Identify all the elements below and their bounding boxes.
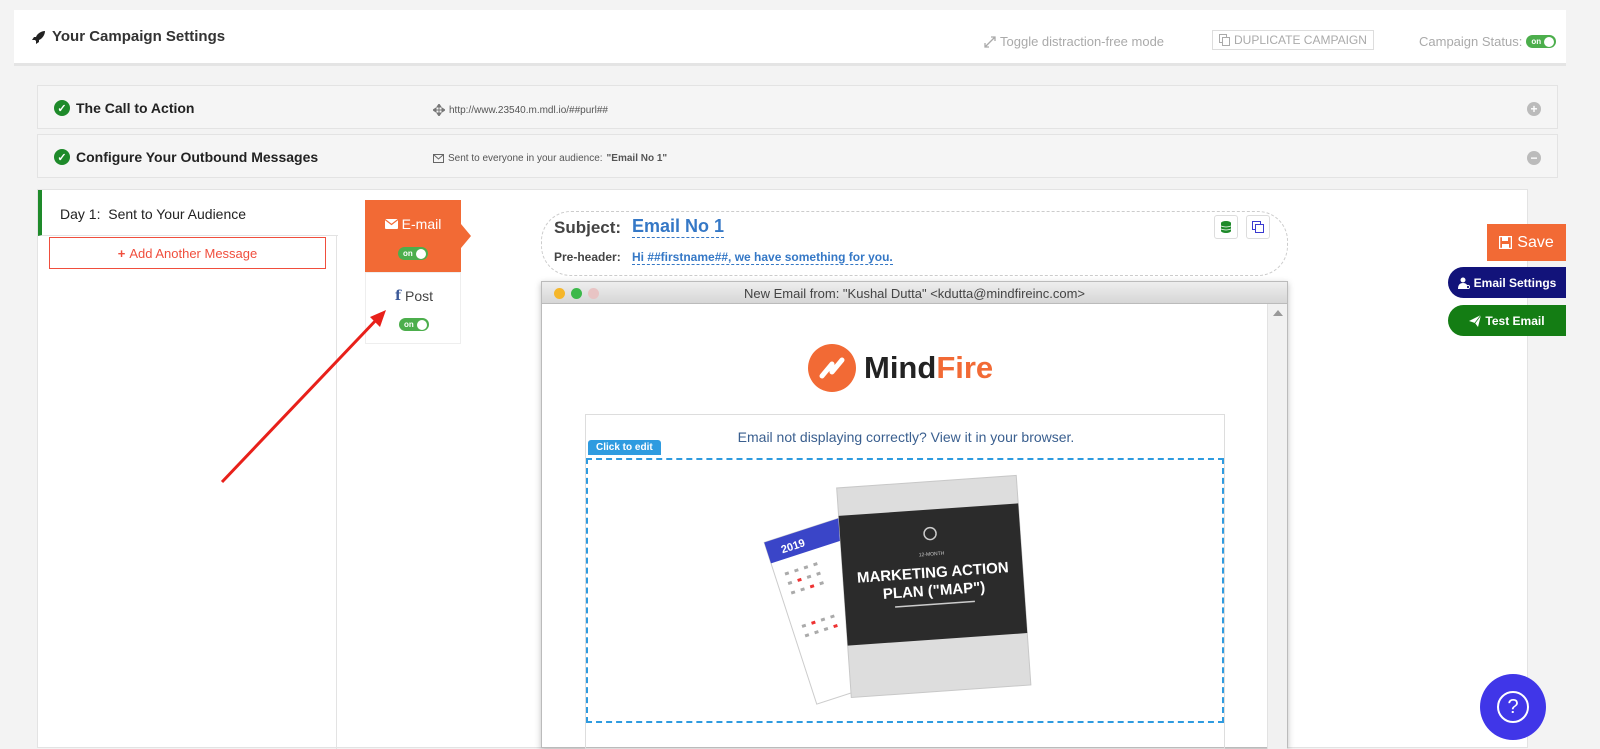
test-email-button[interactable]: Test Email (1448, 305, 1566, 336)
day-label: Day 1: (60, 206, 101, 222)
day-1-item[interactable]: Day 1: Sent to Your Audience (38, 190, 338, 236)
help-button[interactable]: ? (1480, 674, 1546, 740)
channel-post-label: Post (405, 288, 434, 304)
campaign-status-label: Campaign Status: (1419, 34, 1523, 49)
distraction-free-label: Toggle distraction-free mode (1000, 34, 1165, 49)
distraction-free-toggle[interactable]: Toggle distraction-free mode (984, 34, 1164, 49)
channel-email-label: E-mail (401, 216, 442, 232)
annotation-arrow (220, 310, 386, 484)
preview-window-title: New Email from: "Kushal Dutta" <kdutta@m… (743, 286, 1086, 301)
check-circle-icon: ✓ (54, 149, 70, 165)
preheader-input[interactable]: Hi ##firstname##, we have something for … (632, 250, 893, 265)
section-title: ✓ The Call to Action (54, 100, 194, 116)
copy-icon (1219, 34, 1230, 46)
logo-text-mind: Mind (864, 350, 937, 385)
copy-icon (1252, 221, 1264, 233)
email-settings-label: Email Settings (1473, 275, 1557, 290)
page-title-text: Your Campaign Settings (52, 28, 226, 45)
plus-icon: + (117, 245, 126, 261)
save-button[interactable]: Save (1487, 224, 1566, 261)
move-icon (433, 104, 445, 116)
envelope-icon (384, 219, 398, 229)
user-cog-icon (1457, 277, 1470, 289)
envelope-icon (433, 154, 444, 163)
subject-input[interactable]: Email No 1 (632, 216, 725, 238)
day-text: Sent to Your Audience (108, 206, 247, 222)
section-info: Sent to everyone in your audience: "Emai… (433, 153, 667, 164)
check-circle-icon: ✓ (54, 100, 70, 116)
paper-plane-icon (1469, 314, 1482, 327)
campaign-settings-header: Your Campaign Settings Toggle distractio… (14, 10, 1566, 66)
copy-subject-button[interactable] (1246, 215, 1270, 239)
campaign-status-toggle[interactable]: on (1526, 35, 1557, 48)
expand-icon (984, 35, 996, 48)
duplicate-campaign-label: DUPLICATE CAMPAIGN (1234, 33, 1367, 47)
save-label: Save (1517, 233, 1554, 251)
rocket-icon (32, 30, 45, 44)
subject-label: Subject: (554, 218, 622, 237)
database-icon (1221, 221, 1231, 233)
add-another-message-button[interactable]: + Add Another Message (49, 237, 326, 269)
page-title: Your Campaign Settings (32, 28, 225, 45)
email-channel-toggle[interactable]: on (398, 247, 428, 260)
preheader-label: Pre-header: (554, 250, 621, 264)
collapse-minus-icon[interactable]: − (1527, 151, 1541, 165)
marketing-plan-image: 2019 12-MONTH MARKETING ACTION PLAN ("MA… (763, 474, 1032, 705)
click-to-edit-tag[interactable]: Click to edit (588, 440, 661, 455)
mindfire-logo: MindFire (808, 344, 993, 392)
logo-text-fire: Fire (936, 350, 994, 385)
email-preview-window: New Email from: "Kushal Dutta" <kdutta@m… (541, 281, 1288, 749)
preview-titlebar: New Email from: "Kushal Dutta" <kdutta@m… (542, 282, 1287, 304)
database-button[interactable] (1214, 215, 1238, 239)
section-outbound-messages[interactable]: ✓ Configure Your Outbound Messages Sent … (37, 134, 1558, 178)
test-email-label: Test Email (1485, 313, 1545, 328)
mindfire-logo-icon (808, 344, 856, 392)
subject-editor: Subject: Email No 1 Pre-header: Hi ##fir… (541, 211, 1288, 276)
question-icon: ? (1497, 691, 1529, 723)
email-settings-button[interactable]: Email Settings (1448, 267, 1566, 298)
section-call-to-action[interactable]: ✓ The Call to Action http://www.23540.m.… (37, 85, 1558, 129)
expand-plus-icon[interactable]: + (1527, 102, 1541, 116)
floppy-disk-icon (1499, 236, 1513, 249)
section-title: ✓ Configure Your Outbound Messages (54, 149, 318, 165)
preview-scrollbar[interactable] (1267, 304, 1287, 749)
section-info: http://www.23540.m.mdl.io/##purl## (433, 104, 608, 116)
scroll-up-icon[interactable] (1273, 310, 1283, 316)
post-channel-toggle[interactable]: on (399, 318, 429, 331)
editable-image-block[interactable]: 2019 12-MONTH MARKETING ACTION PLAN ("MA… (586, 458, 1224, 723)
email-body: Email not displaying correctly? View it … (585, 414, 1225, 749)
campaign-status: Campaign Status: on (1419, 34, 1557, 49)
duplicate-campaign-button[interactable]: DUPLICATE CAMPAIGN (1212, 30, 1374, 50)
view-in-browser-link[interactable]: Email not displaying correctly? View it … (586, 429, 1226, 445)
channel-tab-email[interactable]: E-mail on (365, 200, 471, 272)
